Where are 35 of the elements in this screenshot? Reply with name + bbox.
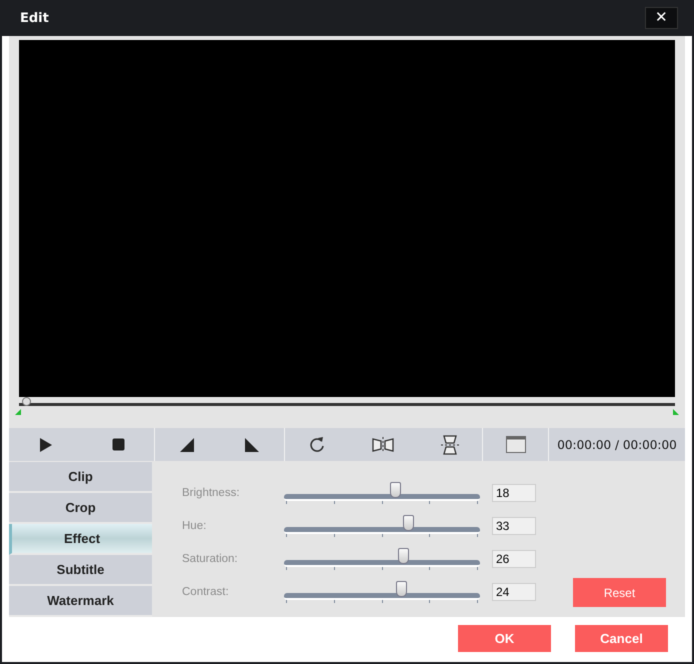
- slider[interactable]: [284, 580, 480, 602]
- slider-thumb[interactable]: [390, 482, 401, 498]
- time-display: 00:00:00 / 00:00:00: [557, 438, 677, 452]
- flip-vertical-icon[interactable]: [440, 434, 458, 455]
- close-button[interactable]: ✕: [645, 7, 678, 29]
- slider-label: Hue:: [182, 520, 208, 532]
- slider-thumb[interactable]: [396, 580, 407, 596]
- tab[interactable]: Crop: [9, 493, 152, 524]
- slider-label: Saturation:: [182, 552, 239, 564]
- rotate-icon[interactable]: [308, 436, 324, 454]
- slider-thumb[interactable]: [398, 548, 409, 564]
- slider-thumb[interactable]: [403, 514, 414, 530]
- timeline-slider[interactable]: [19, 396, 675, 406]
- window-icon[interactable]: [506, 436, 526, 454]
- value-field[interactable]: 24: [492, 582, 536, 600]
- value-field[interactable]: 33: [492, 516, 536, 534]
- slider[interactable]: [284, 548, 480, 570]
- mark-in-icon[interactable]: [180, 438, 194, 452]
- stop-icon[interactable]: [112, 438, 124, 452]
- value-field[interactable]: 18: [492, 484, 536, 502]
- tab[interactable]: Subtitle: [9, 555, 152, 586]
- start-marker-icon[interactable]: [15, 409, 21, 416]
- slider[interactable]: [284, 482, 480, 504]
- slider[interactable]: [284, 514, 480, 536]
- slider-label: Brightness:: [182, 486, 241, 498]
- tab[interactable]: Watermark: [9, 586, 152, 617]
- tab[interactable]: Effect: [9, 524, 152, 555]
- end-marker-icon[interactable]: [673, 409, 679, 416]
- play-icon[interactable]: [38, 436, 52, 453]
- flip-horizontal-icon[interactable]: [372, 436, 394, 453]
- slider-label: Contrast:: [182, 586, 230, 598]
- window-title: Edit: [20, 10, 49, 26]
- value-field[interactable]: 26: [492, 550, 536, 568]
- mark-out-icon[interactable]: [244, 438, 259, 452]
- tab[interactable]: Clip: [9, 462, 152, 493]
